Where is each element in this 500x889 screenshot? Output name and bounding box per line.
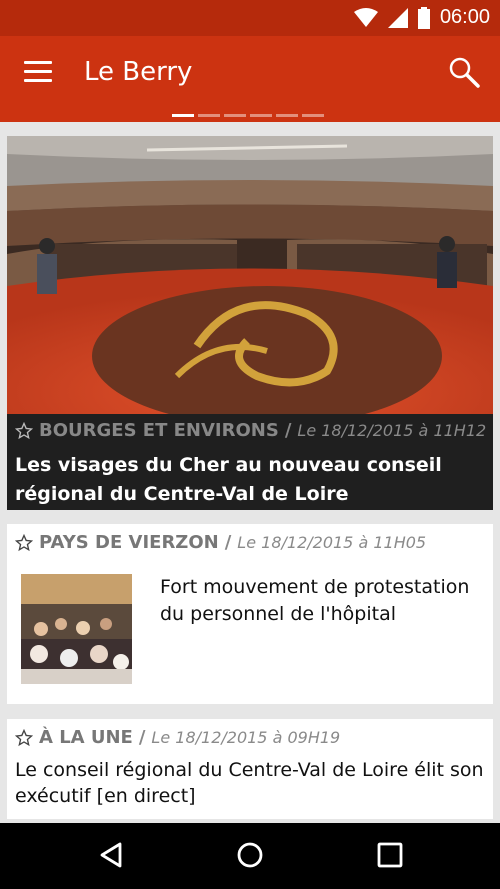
article-photo — [7, 136, 493, 414]
page-dot[interactable] — [276, 114, 298, 117]
article-section[interactable]: BOURGES ET ENVIRONS — [39, 420, 279, 441]
menu-icon[interactable] — [24, 61, 52, 83]
page-indicator — [172, 114, 324, 117]
system-nav-bar — [0, 823, 500, 889]
article-section[interactable]: À LA UNE — [39, 727, 133, 748]
status-bar: 06:00 — [0, 0, 500, 36]
article-headline[interactable]: Fort mouvement de protestation du person… — [160, 574, 480, 628]
article-meta: À LA UNE / Le 18/12/2015 à 09H19 — [15, 727, 340, 748]
meta-separator: / — [224, 532, 232, 553]
page-dot[interactable] — [302, 114, 324, 117]
star-outline-icon[interactable] — [15, 421, 33, 440]
article-headline[interactable]: Le conseil régional du Centre-Val de Loi… — [15, 757, 489, 809]
home-circle-icon[interactable] — [236, 841, 264, 869]
page-dot[interactable] — [198, 114, 220, 117]
star-outline-icon[interactable] — [15, 728, 33, 747]
article-date: Le 18/12/2015 à 11H12 — [297, 421, 487, 440]
recents-square-icon[interactable] — [376, 841, 404, 869]
star-outline-icon[interactable] — [15, 533, 33, 552]
page-dot[interactable] — [250, 114, 272, 117]
article-date: Le 18/12/2015 à 11H05 — [237, 533, 427, 552]
article-caption: BOURGES ET ENVIRONS / Le 18/12/2015 à 11… — [7, 414, 493, 510]
featured-article-card[interactable]: BOURGES ET ENVIRONS / Le 18/12/2015 à 11… — [7, 136, 493, 510]
meta-separator: / — [138, 727, 146, 748]
article-meta: PAYS DE VIERZON / Le 18/12/2015 à 11H05 — [15, 532, 426, 553]
battery-icon — [417, 6, 430, 29]
clock: 06:00 — [439, 6, 490, 28]
search-icon[interactable] — [448, 56, 480, 88]
page-dot[interactable] — [172, 114, 194, 117]
article-thumbnail — [21, 574, 132, 684]
app-title: Le Berry — [84, 57, 193, 87]
app-bar: Le Berry — [0, 36, 500, 122]
back-triangle-icon[interactable] — [98, 841, 126, 869]
wifi-icon — [353, 7, 378, 27]
meta-separator: / — [284, 420, 292, 441]
article-card[interactable]: À LA UNE / Le 18/12/2015 à 09H19 Le cons… — [7, 719, 493, 819]
article-section[interactable]: PAYS DE VIERZON — [39, 532, 219, 553]
article-card[interactable]: PAYS DE VIERZON / Le 18/12/2015 à 11H05 … — [7, 524, 493, 704]
signal-icon — [387, 7, 408, 28]
article-date: Le 18/12/2015 à 09H19 — [151, 728, 341, 747]
article-meta: BOURGES ET ENVIRONS / Le 18/12/2015 à 11… — [15, 420, 486, 441]
article-headline[interactable]: Les visages du Cher au nouveau conseil r… — [15, 451, 489, 509]
page-dot[interactable] — [224, 114, 246, 117]
